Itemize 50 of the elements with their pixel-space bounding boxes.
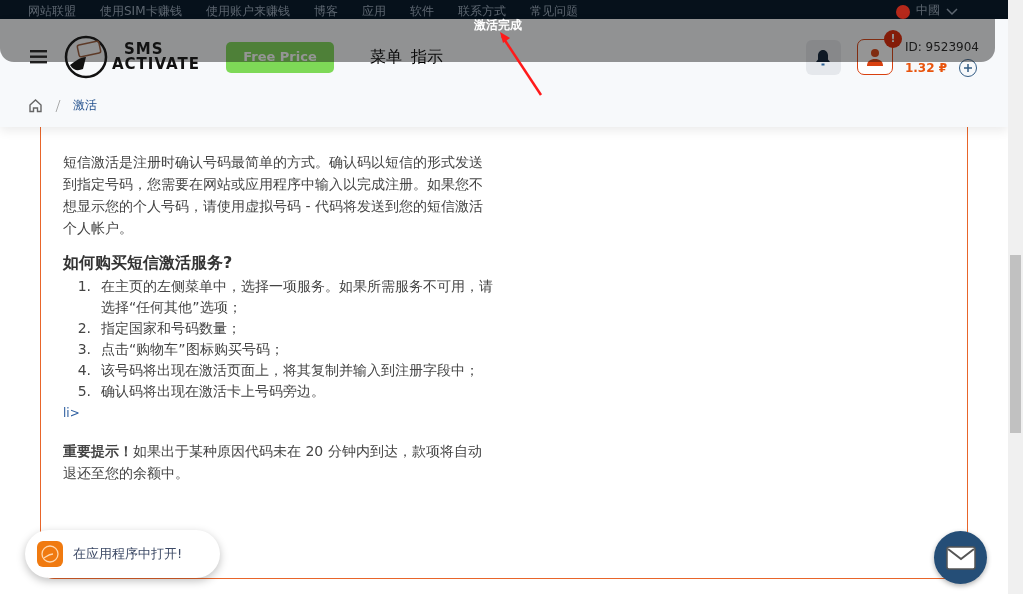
- notifications-button[interactable]: [805, 39, 841, 75]
- step-text: 点击“购物车”图标购买号码；: [101, 340, 284, 360]
- step-text: 在主页的左侧菜单中，选择一项服务。如果所需服务不可用，请选择“任何其他”选项；: [101, 277, 493, 318]
- nav-link[interactable]: 博客: [313, 5, 338, 17]
- flag-icon: [896, 5, 910, 19]
- step-number: 3.: [76, 340, 92, 360]
- nav-link[interactable]: 常见问题: [529, 5, 578, 17]
- plus-icon: [964, 63, 973, 72]
- intro-paragraph: 短信激活是注册时确认号码最简单的方式。确认码以短信的形式发送到指定号码，您需要在网站或应用程序中输入以完成注册。如果您不想显示您的个人号码，请使用虚拟号码 - 代码将发送到您的短信激活个人帐户。: [63, 153, 484, 238]
- section-heading: 如何购买短信激活服务?: [63, 253, 234, 273]
- step-number: 4.: [76, 361, 92, 381]
- step-text: 该号码将出现在激活页面上，将其复制并输入到注册字段中；: [101, 361, 479, 381]
- menu-link[interactable]: 菜单: [369, 45, 402, 69]
- scrollbar-thumb[interactable]: [1010, 255, 1021, 433]
- logo-icon: [64, 35, 108, 79]
- step-text: 确认码将出现在激活卡上号码旁边。: [101, 382, 325, 402]
- stray-text: li>: [63, 405, 81, 423]
- step-number: 5.: [76, 382, 92, 402]
- contact-button[interactable]: [934, 531, 987, 584]
- nav-link[interactable]: 应用: [361, 5, 386, 17]
- logo-text: ACTIVATE: [112, 57, 200, 72]
- step-number: 1.: [76, 277, 92, 297]
- notice-paragraph: 重要提示！如果出于某种原因代码未在 20 分钟内到达，款项将自动退还至您的余额中。: [63, 442, 483, 484]
- home-icon[interactable]: [28, 97, 43, 113]
- nav-link[interactable]: 网站联盟: [28, 5, 76, 17]
- profile-button[interactable]: [856, 39, 893, 75]
- nav-link[interactable]: 联系方式: [457, 5, 506, 17]
- nav-link[interactable]: 使用账户来赚钱: [205, 5, 290, 17]
- menu-link[interactable]: 指示: [410, 45, 443, 69]
- user-icon: [865, 48, 884, 66]
- account-id: ID: 9523904: [904, 38, 979, 56]
- nav-link[interactable]: 使用SIM卡赚钱: [100, 5, 182, 17]
- language-selector[interactable]: 中國: [916, 4, 940, 16]
- menu-icon[interactable]: [30, 49, 50, 65]
- alert-badge: !: [883, 30, 902, 48]
- logo-text: SMS: [124, 42, 164, 57]
- open-in-app-text: 在应用程序中打开!: [73, 545, 183, 564]
- chevron-icon: [946, 8, 958, 16]
- annotation-arrow: [500, 32, 543, 96]
- breadcrumb-link[interactable]: 激活: [73, 96, 97, 114]
- nav-link[interactable]: 软件: [409, 5, 434, 17]
- separator-icon: [55, 99, 61, 112]
- toast-message: 激活完成: [473, 17, 522, 34]
- open-in-app-banner[interactable]: 在应用程序中打开!: [25, 530, 220, 578]
- step-text: 指定国家和号码数量；: [101, 319, 241, 339]
- app-icon: [37, 541, 63, 567]
- bell-icon: [816, 48, 831, 66]
- balance-amount: 1.32 ₽: [904, 59, 948, 77]
- step-number: 2.: [76, 319, 92, 339]
- envelope-icon: [945, 545, 976, 570]
